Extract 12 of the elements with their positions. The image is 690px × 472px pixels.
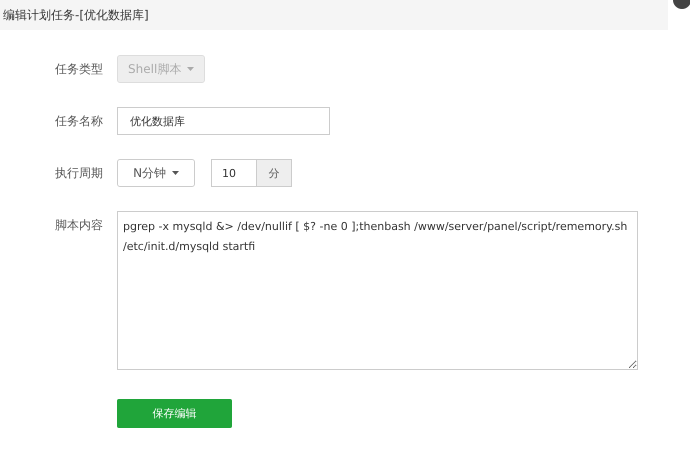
minutes-field[interactable]: 10 bbox=[211, 159, 256, 187]
unit-addon: 分 bbox=[256, 159, 292, 187]
field-label: 任务类型 bbox=[54, 60, 104, 78]
script-field[interactable]: pgrep -x mysqld &> /dev/nullif [ $? -ne 0 ];thenbash /www/server/panel/script/rememory.sh /etc/init.d/mysqld startfi bbox=[117, 211, 638, 370]
caret-icon bbox=[187, 67, 194, 72]
dialog-title: 编辑计划任务-[优化数据库] bbox=[3, 6, 149, 24]
task-name-field[interactable]: 优化数据库 bbox=[117, 107, 330, 135]
field-label: 执行周期 bbox=[54, 164, 104, 182]
field-label: 脚本内容 bbox=[54, 217, 104, 234]
caret-icon bbox=[172, 171, 179, 176]
period-dropdown[interactable]: N分钟 bbox=[117, 159, 195, 187]
field-label: 任务名称 bbox=[54, 112, 104, 130]
